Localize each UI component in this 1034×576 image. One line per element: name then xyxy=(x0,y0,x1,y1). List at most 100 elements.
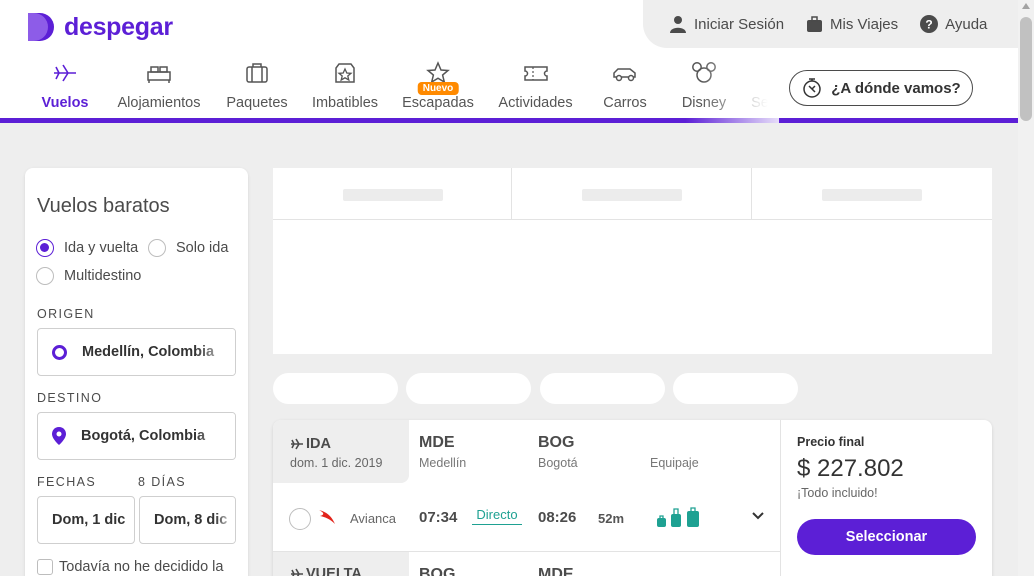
return-to-code: MDE xyxy=(538,566,574,576)
tab-label: Carros xyxy=(603,95,647,111)
brand-name: despegar xyxy=(64,12,173,41)
flight-select-radio[interactable] xyxy=(289,508,311,530)
days-label: 8 DÍAS xyxy=(138,475,186,489)
stops-link[interactable]: Directo xyxy=(472,507,522,525)
my-trips-link[interactable]: Mis Viajes xyxy=(806,16,898,33)
field-fade xyxy=(195,413,235,459)
destination-value: Bogotá, Colombia xyxy=(81,428,206,444)
luggage-icon xyxy=(246,63,268,83)
date-to-field[interactable]: Dom, 8 dic xyxy=(139,496,236,544)
skeleton-bar xyxy=(343,189,443,201)
nav-underline-right xyxy=(779,118,1018,123)
tab-alojamientos[interactable]: Alojamientos xyxy=(102,60,216,111)
loading-skeleton-panel xyxy=(273,168,992,354)
radio-circle xyxy=(36,239,54,257)
select-button[interactable]: Seleccionar xyxy=(797,519,976,555)
destination-label: DESTINO xyxy=(37,391,103,405)
checkbox-box xyxy=(37,559,53,575)
my-trips-label: Mis Viajes xyxy=(830,15,899,33)
baggage-label: Equipaje xyxy=(650,456,699,470)
outbound-header: IDA dom. 1 dic. 2019 xyxy=(273,420,409,483)
depart-time: 07:34 xyxy=(419,509,458,526)
filter-pill-placeholder xyxy=(673,373,798,404)
tab-label: Escapadas xyxy=(402,95,474,111)
undecided-checkbox[interactable]: Todavía no he decidido la xyxy=(37,559,223,575)
plane-icon xyxy=(54,64,76,82)
field-fade xyxy=(195,329,235,375)
flight-duration: 52m xyxy=(598,511,625,526)
tab-label: Imbatibles xyxy=(311,95,379,111)
tab-label: Vuelos xyxy=(41,95,89,111)
radio-label: Ida y vuelta xyxy=(64,240,139,256)
tab-vuelos[interactable]: Vuelos xyxy=(28,60,102,111)
despegar-logo[interactable]: despegar xyxy=(24,11,173,43)
outbound-title: IDA xyxy=(290,436,331,452)
from-code: MDE xyxy=(419,434,455,451)
date-from-value: Dom, 1 dic xyxy=(52,512,126,528)
outbound-date: dom. 1 dic. 2019 xyxy=(290,456,383,470)
page-scrollbar[interactable] xyxy=(1018,0,1034,576)
chevron-down-icon[interactable] xyxy=(751,511,765,521)
search-sidebar: Vuelos baratos Ida y vuelta Solo ida Mul… xyxy=(25,168,248,576)
filter-pill-placeholder xyxy=(406,373,531,404)
user-icon xyxy=(670,16,686,33)
undecided-label: Todavía no he decidido la xyxy=(59,559,224,575)
flight-result-card: IDA dom. 1 dic. 2019 MDE Medellín BOG Bo… xyxy=(273,420,992,576)
scroll-up-arrow[interactable] xyxy=(1022,3,1030,9)
return-header: VUELTA xyxy=(273,552,409,576)
suitcase-icon xyxy=(807,15,823,32)
radio-one-way[interactable]: Solo ida xyxy=(148,239,228,257)
top-links: Iniciar Sesión Mis Viajes ? Ayuda xyxy=(643,0,1018,48)
radio-circle xyxy=(36,267,54,285)
tab-imbatibles[interactable]: Imbatibles xyxy=(298,60,392,111)
divider xyxy=(780,420,781,576)
compass-icon xyxy=(803,78,822,98)
where-to-button[interactable]: ¿A dónde vamos? xyxy=(789,70,973,106)
tab-escapadas[interactable]: Nuevo Escapadas xyxy=(392,60,484,111)
origin-circle-icon xyxy=(52,344,67,360)
outbound-title-text: IDA xyxy=(306,436,331,452)
location-pin-icon xyxy=(52,427,66,445)
login-label: Iniciar Sesión xyxy=(694,15,785,33)
product-nav: Vuelos Alojamientos Paquetes Imbatibles … xyxy=(28,60,775,111)
help-label: Ayuda xyxy=(945,15,988,33)
radio-label: Solo ida xyxy=(176,240,229,256)
tab-carros[interactable]: Carros xyxy=(587,60,663,111)
help-link[interactable]: ? Ayuda xyxy=(920,15,987,33)
scroll-thumb[interactable] xyxy=(1020,17,1032,121)
nav-fade xyxy=(700,60,780,118)
to-code: BOG xyxy=(538,434,575,451)
radio-label: Multidestino xyxy=(64,268,142,284)
tab-actividades[interactable]: Actividades xyxy=(484,60,587,111)
destination-field[interactable]: Bogotá, Colombia xyxy=(37,412,236,460)
plane-icon xyxy=(291,568,303,576)
airline-name: Avianca xyxy=(350,511,397,526)
tab-label: Paquetes xyxy=(226,95,288,111)
sidebar-title: Vuelos baratos xyxy=(37,195,170,217)
radio-round-trip[interactable]: Ida y vuelta xyxy=(36,239,138,257)
tab-label: Alojamientos xyxy=(117,95,201,111)
return-title: VUELTA xyxy=(290,566,362,576)
tab-paquetes[interactable]: Paquetes xyxy=(216,60,298,111)
skeleton-tab xyxy=(273,168,512,220)
baggage-icons[interactable] xyxy=(656,506,704,530)
svg-text:?: ? xyxy=(925,18,932,32)
badge-star-icon xyxy=(335,63,355,83)
arrive-time: 08:26 xyxy=(538,509,577,526)
tab-label: Actividades xyxy=(498,95,573,111)
date-from-field[interactable]: Dom, 1 dic xyxy=(37,496,135,544)
radio-multi-destination[interactable]: Multidestino xyxy=(36,267,141,285)
skeleton-tab xyxy=(752,168,992,220)
bed-icon xyxy=(147,66,171,83)
filter-pill-placeholder xyxy=(540,373,665,404)
from-city: Medellín xyxy=(419,456,467,470)
where-to-label: ¿A dónde vamos? xyxy=(831,79,961,97)
new-badge: Nuevo xyxy=(417,82,459,95)
filter-pill-placeholder xyxy=(273,373,398,404)
login-link[interactable]: Iniciar Sesión xyxy=(669,15,784,33)
origin-field[interactable]: Medellín, Colombia xyxy=(37,328,236,376)
origin-label: ORIGEN xyxy=(37,307,95,321)
return-title-text: VUELTA xyxy=(306,566,362,576)
skeleton-bar xyxy=(582,189,682,201)
avianca-logo-icon xyxy=(319,510,335,524)
